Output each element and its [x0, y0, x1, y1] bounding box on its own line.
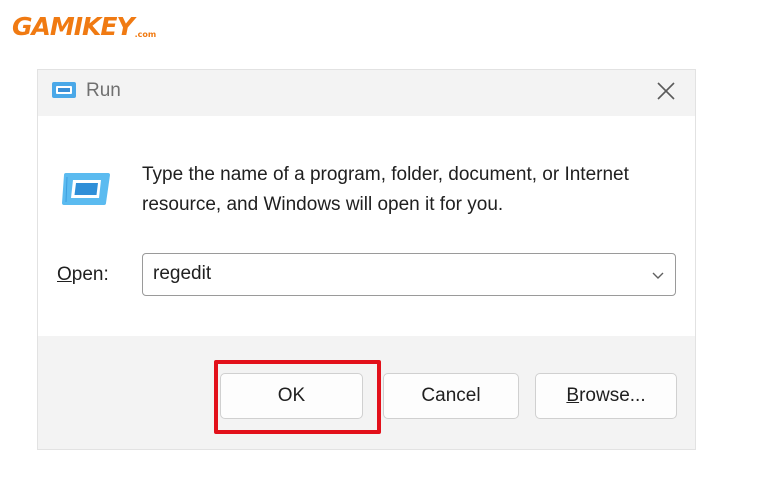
open-label-accelerator: O	[57, 264, 72, 285]
run-app-icon	[62, 173, 110, 205]
open-label: Open:	[57, 264, 109, 286]
open-combobox[interactable]: regedit	[142, 253, 676, 296]
dialog-title: Run	[86, 80, 121, 101]
close-icon[interactable]	[653, 78, 679, 104]
browse-accelerator: B	[566, 385, 580, 406]
title-bar: Run	[38, 70, 695, 116]
cancel-button[interactable]: Cancel	[383, 373, 519, 419]
browse-label: rowse...	[579, 385, 646, 406]
logo-text: GAMIKEY	[12, 12, 135, 41]
open-input-value[interactable]: regedit	[153, 263, 211, 285]
run-description: Type the name of a program, folder, docu…	[142, 164, 629, 215]
open-label-text: pen:	[71, 264, 109, 285]
browse-button[interactable]: Browse...	[535, 373, 677, 419]
logo-suffix: .com	[134, 30, 157, 39]
chevron-down-icon[interactable]	[649, 266, 667, 284]
run-icon	[52, 82, 76, 98]
gamikey-logo: GAMIKEY.com	[12, 14, 156, 39]
ok-highlight-box	[214, 360, 381, 434]
